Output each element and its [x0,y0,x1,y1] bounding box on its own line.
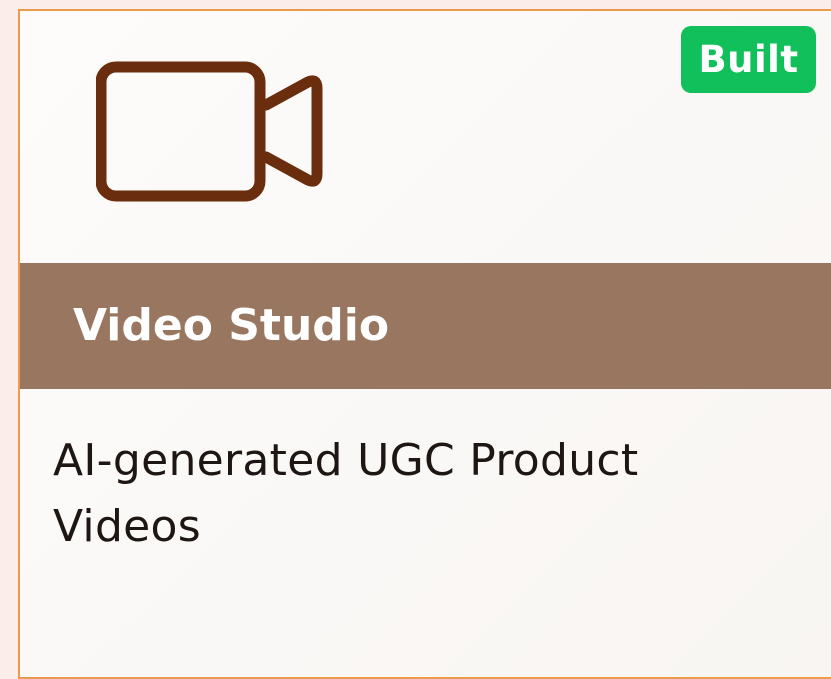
feature-card[interactable]: Built Video Studio AI-generated UGC Prod… [18,9,831,679]
status-badge: Built [681,26,816,93]
card-title: Video Studio [73,300,390,351]
video-camera-icon [96,52,326,204]
title-band: Video Studio [20,263,831,389]
card-description: AI-generated UGC Product Videos [53,435,639,552]
